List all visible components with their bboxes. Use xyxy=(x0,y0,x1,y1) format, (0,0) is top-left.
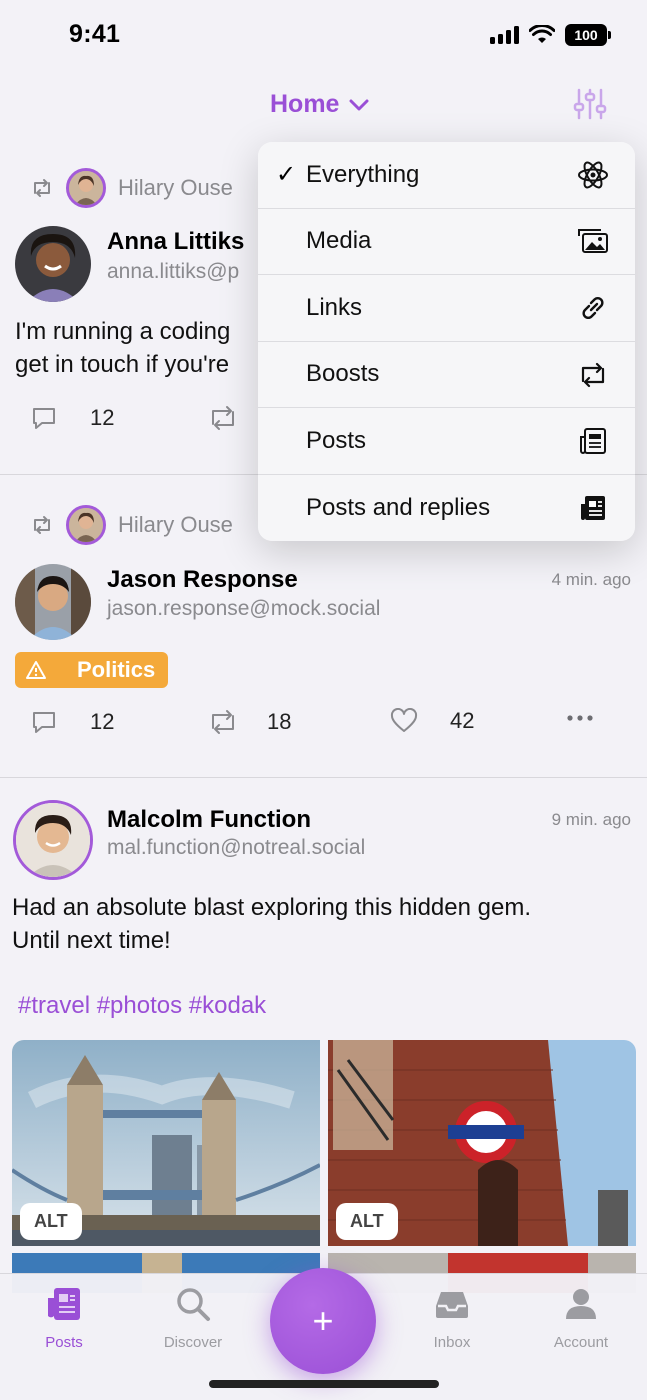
author-handle: mal.function@notreal.social xyxy=(107,836,366,859)
post-card[interactable]: Malcolm Function 9 min. ago mal.function… xyxy=(0,778,647,1293)
posts-tab-icon xyxy=(48,1288,80,1320)
booster-name: Hilary Ouse xyxy=(118,512,233,537)
boost-icon xyxy=(34,179,50,197)
boost-button[interactable] xyxy=(207,404,239,432)
booster-avatar[interactable] xyxy=(66,505,106,545)
reply-count: 12 xyxy=(90,405,115,430)
more-options-button[interactable] xyxy=(566,714,594,722)
link-icon xyxy=(582,296,604,320)
tab-label: Posts xyxy=(45,1334,83,1351)
alt-text-button[interactable]: ALT xyxy=(20,1203,82,1240)
post-timestamp: 9 min. ago xyxy=(551,810,631,829)
menu-item-media[interactable]: Media xyxy=(258,209,635,275)
reply-bubble-icon xyxy=(33,408,55,429)
filter-sliders-icon[interactable] xyxy=(572,86,608,122)
boost-attribution: Hilary Ouse xyxy=(30,505,233,545)
boost-icon xyxy=(212,406,234,430)
timeline-header: Home xyxy=(0,80,647,130)
photo-tower-bridge[interactable]: ALT xyxy=(12,1040,320,1246)
menu-item-label: Posts and replies xyxy=(306,493,491,521)
menu-item-label: Boosts xyxy=(306,360,380,388)
tab-account[interactable]: Account xyxy=(531,1284,631,1351)
timeline-filter-menu: ✓ Everything Media Links Boosts Posts Po… xyxy=(258,142,635,541)
person-icon xyxy=(566,1289,596,1319)
timeline-selector[interactable]: Home xyxy=(270,90,369,119)
favourite-button[interactable]: 42 xyxy=(390,708,474,734)
boost-icon xyxy=(34,516,50,534)
ellipsis-icon xyxy=(567,715,593,721)
author-display-name[interactable]: Anna Littiks xyxy=(107,228,244,256)
media-grid: ALT ALT xyxy=(12,1040,636,1293)
menu-item-label: Posts xyxy=(306,426,367,454)
app-screen: 9:41 100 Home Hilary Ouse Anna Littiks a… xyxy=(0,0,647,1400)
post-content-line: Had an absolute blast exploring this hid… xyxy=(12,894,531,921)
boost-icon xyxy=(212,710,234,734)
atom-icon xyxy=(578,161,608,189)
menu-item-label: Links xyxy=(306,293,363,321)
menu-item-posts-and-replies[interactable]: Posts and replies xyxy=(258,475,635,542)
tab-label: Account xyxy=(553,1334,609,1351)
inbox-tray-icon xyxy=(436,1292,468,1318)
post-hashtags[interactable]: #travel #photos #kodak xyxy=(18,992,266,1020)
boost-count: 18 xyxy=(267,709,292,734)
menu-item-boosts[interactable]: Boosts xyxy=(258,342,635,408)
author-handle: anna.littiks@p xyxy=(107,260,240,283)
tab-posts[interactable]: Posts xyxy=(14,1284,114,1351)
author-avatar[interactable] xyxy=(15,564,91,640)
boost-button[interactable]: 18 xyxy=(207,708,291,736)
content-warning-button[interactable]: Politics xyxy=(15,652,168,688)
reply-count: 12 xyxy=(90,709,115,734)
photo-underground-station[interactable]: ALT xyxy=(328,1040,636,1246)
reply-button[interactable]: 12 xyxy=(30,708,114,736)
status-time: 9:41 xyxy=(69,20,121,48)
search-icon xyxy=(177,1288,210,1321)
content-warning-label: Politics xyxy=(77,657,156,682)
home-indicator xyxy=(209,1380,439,1388)
favourite-count: 42 xyxy=(450,708,475,733)
boost-icon xyxy=(581,362,605,387)
chevron-down-icon xyxy=(349,99,369,110)
post-content: Had an absolute blast exploring this hid… xyxy=(12,891,632,957)
boost-attribution: Hilary Ouse xyxy=(30,168,233,208)
post-actions: 12 18 42 xyxy=(0,708,647,748)
author-display-name[interactable]: Malcolm Function xyxy=(107,806,311,834)
newspaper-icon xyxy=(580,428,606,454)
cellular-signal-icon xyxy=(490,26,519,44)
author-display-name[interactable]: Jason Response xyxy=(107,566,298,594)
tab-label: Inbox xyxy=(433,1334,471,1351)
tab-discover[interactable]: Discover xyxy=(143,1284,243,1351)
wifi-icon xyxy=(529,25,555,43)
reply-button[interactable]: 12 xyxy=(30,404,114,432)
newspaper-filled-icon xyxy=(581,495,605,520)
timeline-title: Home xyxy=(270,90,340,118)
author-avatar[interactable] xyxy=(13,800,93,880)
status-icons: 100 xyxy=(490,24,611,46)
menu-item-label: Everything xyxy=(306,160,420,188)
status-bar: 9:41 100 xyxy=(0,0,647,72)
booster-avatar[interactable] xyxy=(66,168,106,208)
post-timestamp: 4 min. ago xyxy=(551,570,631,589)
booster-name: Hilary Ouse xyxy=(118,175,233,200)
battery-icon: 100 xyxy=(565,24,611,46)
warning-triangle-icon xyxy=(26,661,46,679)
post-content-line: Until next time! xyxy=(12,927,171,954)
menu-item-posts[interactable]: Posts xyxy=(258,408,635,475)
alt-text-button[interactable]: ALT xyxy=(336,1203,398,1240)
author-handle: jason.response@mock.social xyxy=(107,597,381,620)
menu-item-everything[interactable]: ✓ Everything xyxy=(258,142,635,209)
plus-icon: + xyxy=(312,1300,334,1341)
checkmark-icon: ✓ xyxy=(276,161,297,189)
tab-label: Discover xyxy=(163,1334,223,1351)
compose-button[interactable]: + xyxy=(270,1268,376,1374)
author-avatar[interactable] xyxy=(15,226,91,302)
heart-icon xyxy=(390,708,418,732)
menu-item-label: Media xyxy=(306,227,372,255)
photos-icon xyxy=(578,228,608,253)
tab-inbox[interactable]: Inbox xyxy=(402,1284,502,1351)
menu-item-links[interactable]: Links xyxy=(258,275,635,342)
reply-bubble-icon xyxy=(33,712,55,733)
